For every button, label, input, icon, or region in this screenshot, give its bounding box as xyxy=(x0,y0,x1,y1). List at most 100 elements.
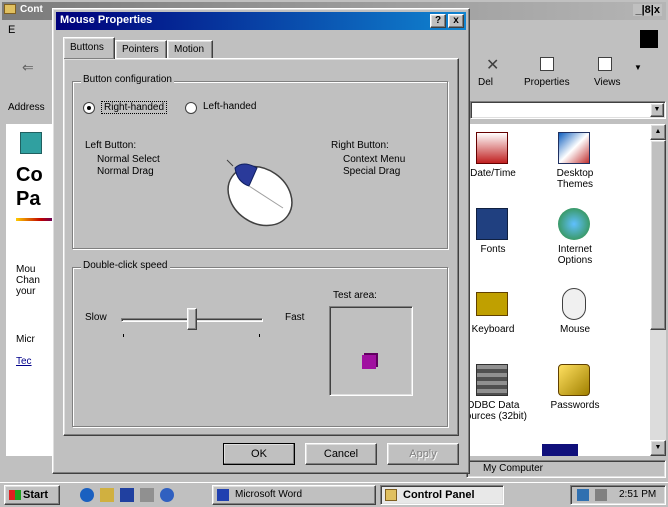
ie-icon[interactable] xyxy=(80,488,94,502)
double-click-group: Double-click speed Slow Fast Test area: xyxy=(72,260,448,427)
radio-dot xyxy=(87,106,91,110)
outlook-icon[interactable] xyxy=(100,488,114,502)
windows-logo-icon xyxy=(640,30,658,48)
panel-title-1: Co xyxy=(16,164,43,186)
scroll-up-button[interactable]: ▲ xyxy=(650,124,666,140)
windows-flag-icon xyxy=(9,490,21,500)
back-arrow-icon: ⇐ xyxy=(22,59,34,75)
date-time-icon xyxy=(476,132,508,164)
channels-icon[interactable] xyxy=(140,488,154,502)
scroll-down-button[interactable]: ▼ xyxy=(650,440,666,456)
icon-label: Desktop Themes xyxy=(556,168,594,190)
test-area-box[interactable] xyxy=(329,306,413,396)
fonts-icon xyxy=(476,208,508,240)
network-tray-icon[interactable] xyxy=(577,489,589,501)
mouse-properties-dialog: Mouse Properties ? x Buttons Pointers Mo… xyxy=(52,8,470,474)
tab-pointers-label: Pointers xyxy=(122,44,159,55)
word-icon xyxy=(217,489,229,501)
right-handed-label[interactable]: Right-handed xyxy=(101,101,168,114)
close-button[interactable]: x xyxy=(448,14,464,28)
icon-label: Internet Options xyxy=(557,244,593,266)
slider-tick-start xyxy=(123,334,124,337)
tab-buttons-label: Buttons xyxy=(70,42,104,53)
scroll-thumb[interactable] xyxy=(650,140,666,330)
panel-text-2: Chan xyxy=(16,275,40,286)
desktop-themes-icon xyxy=(558,132,590,164)
tab-motion[interactable]: Motion xyxy=(167,40,213,59)
panel-title-2: Pa xyxy=(16,188,41,210)
delete-button[interactable]: ✕ Del xyxy=(474,55,520,91)
quick-launch xyxy=(76,486,196,504)
slider-tick-end xyxy=(259,334,260,337)
address-dropdown-button[interactable]: ▼ xyxy=(650,103,664,117)
right-button-title: Right Button: xyxy=(331,140,389,151)
right-button-item-1: Context Menu xyxy=(343,154,406,165)
right-button-item-2: Special Drag xyxy=(343,166,401,177)
window-controls[interactable]: _|8|x xyxy=(633,4,662,16)
icon-label: Mouse xyxy=(559,324,590,335)
control-panel-icon xyxy=(20,132,42,154)
keyboard-icon xyxy=(476,292,508,316)
views-icon xyxy=(598,57,612,71)
mouse-illustration-icon xyxy=(226,159,293,227)
test-box-icon xyxy=(362,355,376,369)
tab-buttons[interactable]: Buttons xyxy=(63,37,115,59)
cancel-button[interactable]: Cancel xyxy=(305,443,377,465)
icon-view: Date/Time Desktop Themes Fonts Internet … xyxy=(459,124,650,456)
task-word-label: Microsoft Word xyxy=(235,489,303,500)
volume-tray-icon[interactable] xyxy=(595,489,607,501)
views-dropdown-icon[interactable]: ▼ xyxy=(634,63,642,72)
icon-item[interactable]: Passwords xyxy=(540,364,610,424)
button-config-group: Button configuration Right-handed Left-h… xyxy=(72,74,448,249)
properties-button[interactable]: Properties xyxy=(520,55,580,91)
control-panel-title: Cont xyxy=(20,4,43,15)
back-button[interactable]: ⇐ xyxy=(10,55,50,87)
tab-panel: Button configuration Right-handed Left-h… xyxy=(63,58,459,436)
internet-options-icon xyxy=(558,208,590,240)
tab-pointers[interactable]: Pointers xyxy=(115,40,167,59)
panel-text-3: your xyxy=(16,286,36,297)
slider-thumb[interactable] xyxy=(187,308,197,330)
desktop-icon[interactable] xyxy=(120,488,134,502)
panel-link-1[interactable]: Micr xyxy=(16,334,35,345)
task-control-panel[interactable]: Control Panel xyxy=(380,485,504,505)
test-area-label: Test area: xyxy=(333,290,377,301)
folder-icon xyxy=(4,4,16,14)
icon-item[interactable]: Desktop Themes xyxy=(540,132,610,192)
properties-label: Properties xyxy=(524,77,570,88)
vertical-scrollbar[interactable]: ▲ ▼ xyxy=(650,124,666,456)
odbc-icon xyxy=(476,364,508,396)
task-control-panel-label: Control Panel xyxy=(403,489,475,501)
tab-motion-label: Motion xyxy=(174,44,205,55)
views-label: Views xyxy=(594,77,621,88)
dialog-titlebar[interactable]: Mouse Properties ? x xyxy=(56,12,466,30)
views-button[interactable]: ▼ Views xyxy=(584,55,654,91)
icon-item[interactable]: Mouse xyxy=(540,288,610,348)
clock: 2:51 PM xyxy=(619,489,657,500)
speed-slider[interactable] xyxy=(121,308,263,338)
slow-label: Slow xyxy=(85,312,107,323)
properties-icon xyxy=(540,57,554,71)
address-label: Address xyxy=(8,102,45,113)
start-label: Start xyxy=(23,489,49,501)
media-icon[interactable] xyxy=(160,488,174,502)
apply-button[interactable]: Apply xyxy=(387,443,459,465)
left-handed-radio[interactable] xyxy=(185,102,197,114)
panel-link-2[interactable]: Tec xyxy=(16,356,32,367)
system-tray: 2:51 PM xyxy=(570,485,666,505)
ok-button[interactable]: OK xyxy=(223,443,295,465)
address-input[interactable]: ▼ xyxy=(470,101,666,119)
help-button[interactable]: ? xyxy=(430,14,446,28)
menu-edit[interactable]: E xyxy=(8,24,15,36)
start-button[interactable]: Start xyxy=(4,485,60,505)
control-panel-task-icon xyxy=(385,489,397,501)
partial-icon[interactable] xyxy=(542,444,578,456)
passwords-icon xyxy=(558,364,590,396)
task-word[interactable]: Microsoft Word xyxy=(212,485,376,505)
right-handed-radio[interactable] xyxy=(83,102,95,114)
dialog-title: Mouse Properties xyxy=(60,14,153,26)
status-text: My Computer xyxy=(483,463,544,474)
icon-item[interactable]: Internet Options xyxy=(540,208,610,268)
fast-label: Fast xyxy=(285,312,305,323)
left-handed-label[interactable]: Left-handed xyxy=(203,101,256,112)
